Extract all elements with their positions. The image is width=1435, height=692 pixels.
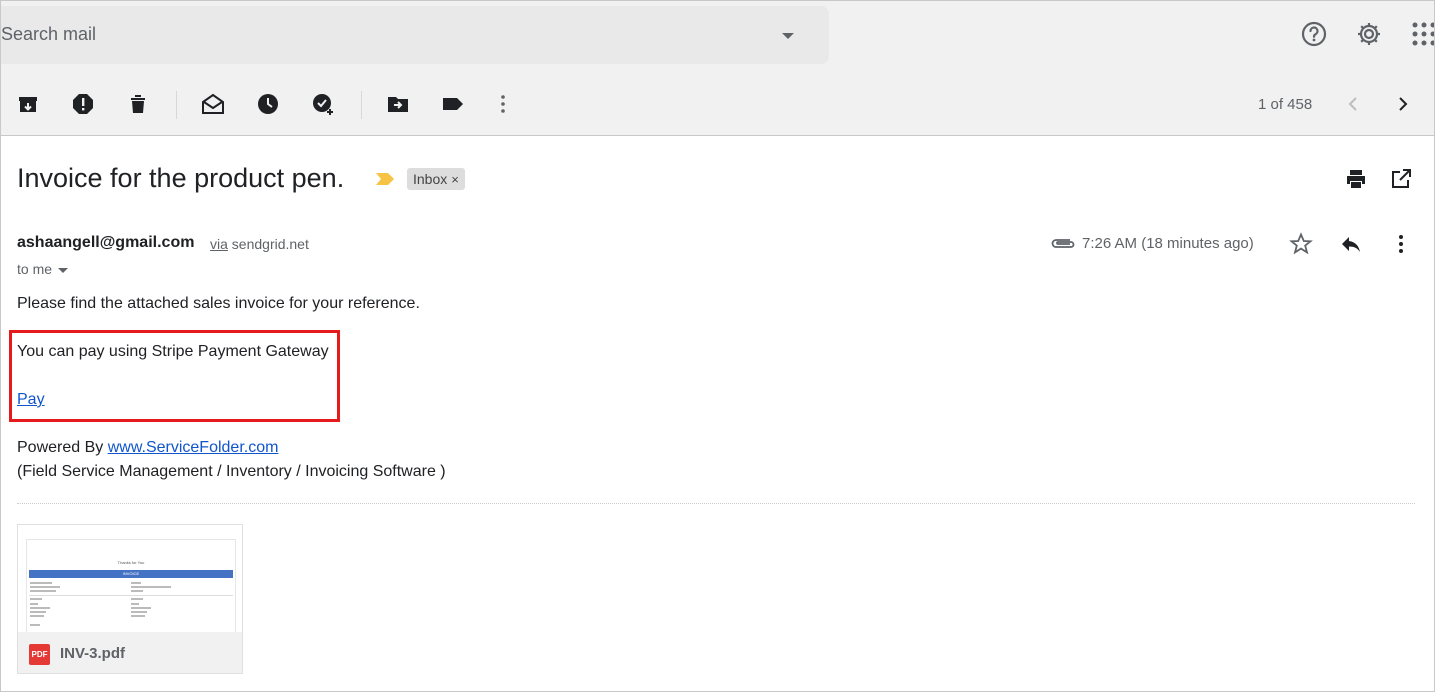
- recipient-text: to me: [17, 261, 53, 277]
- remove-label-button[interactable]: ×: [451, 172, 459, 187]
- preview-line: [131, 607, 151, 609]
- via-link[interactable]: via: [210, 236, 228, 252]
- recipient-details-toggle[interactable]: to me: [17, 261, 69, 277]
- pdf-file-icon: PDF: [29, 644, 50, 665]
- chevron-down-icon: [58, 267, 69, 273]
- message-toolbar: 1 of 458: [1, 73, 1434, 136]
- more-options-vertical-icon[interactable]: [1389, 232, 1413, 256]
- attachments-divider: [17, 503, 1415, 504]
- attachment-thumbnail: Thanks for You INVOICE: [26, 539, 236, 635]
- reply-icon[interactable]: [1339, 232, 1363, 256]
- email-window: Search mail 1 of 458 Invoice for the pro…: [0, 0, 1435, 692]
- preview-line: [30, 590, 56, 592]
- preview-line: [30, 586, 60, 588]
- pay-link-line: Pay: [17, 391, 45, 409]
- attachment-paperclip-icon: [1051, 239, 1075, 248]
- page-counter: 1 of 458: [1258, 96, 1313, 113]
- report-spam-icon[interactable]: [71, 92, 95, 116]
- mark-unread-icon[interactable]: [201, 92, 225, 116]
- toolbar-divider: [361, 91, 362, 119]
- help-icon[interactable]: [1299, 19, 1329, 49]
- preview-line: [30, 615, 44, 617]
- preview-line: [131, 615, 145, 617]
- preview-line: [131, 598, 143, 600]
- top-bar: Search mail: [1, 1, 1434, 73]
- newer-chevron-left-icon[interactable]: [1341, 92, 1365, 116]
- preview-rule: [29, 595, 233, 596]
- label-icon[interactable]: [441, 92, 465, 116]
- via-line: via sendgrid.net: [210, 236, 309, 252]
- preview-band-text: INVOICE: [122, 571, 140, 576]
- attachment-footer: PDF INV-3.pdf: [18, 632, 242, 673]
- preview-line: [30, 582, 52, 584]
- settings-gear-icon[interactable]: [1354, 19, 1384, 49]
- move-to-icon[interactable]: [386, 92, 410, 116]
- toolbar-divider: [176, 91, 177, 119]
- preview-line: [131, 611, 147, 613]
- via-domain: sendgrid.net: [231, 236, 309, 252]
- attachment-filename: INV-3.pdf: [60, 645, 126, 662]
- preview-line: [30, 611, 46, 613]
- preview-heading: Thanks for You: [117, 560, 145, 565]
- pay-description-text: You can pay using Stripe Payment Gateway: [17, 343, 329, 360]
- preview-line: [131, 582, 141, 584]
- importance-marker-icon[interactable]: [374, 171, 396, 187]
- servicefolder-link[interactable]: www.ServiceFolder.com: [108, 439, 279, 456]
- open-in-new-window-icon[interactable]: [1389, 167, 1413, 191]
- tagline-text: (Field Service Management / Inventory / …: [17, 463, 446, 480]
- search-box[interactable]: Search mail: [1, 6, 829, 64]
- powered-by-text: Powered By: [17, 439, 108, 456]
- preview-invoice-band: INVOICE: [29, 570, 233, 578]
- message-timestamp: 7:26 AM (18 minutes ago): [1082, 235, 1254, 252]
- sender-email[interactable]: ashaangell@gmail.com: [17, 234, 194, 252]
- pay-link[interactable]: Pay: [17, 391, 45, 408]
- archive-icon[interactable]: [16, 92, 40, 116]
- preview-line: [30, 603, 38, 605]
- email-subject: Invoice for the product pen.: [17, 163, 345, 193]
- snooze-clock-icon[interactable]: [256, 92, 280, 116]
- label-chip-text: Inbox: [413, 171, 448, 187]
- preview-line: [131, 586, 171, 588]
- add-task-icon[interactable]: [311, 92, 335, 116]
- search-options-chevron-icon[interactable]: [782, 33, 794, 39]
- preview-line: [131, 603, 139, 605]
- print-icon[interactable]: [1344, 167, 1368, 191]
- more-vertical-icon[interactable]: [491, 92, 515, 116]
- delete-icon[interactable]: [126, 92, 150, 116]
- preview-line: [30, 624, 40, 626]
- older-chevron-right-icon[interactable]: [1391, 92, 1415, 116]
- star-icon[interactable]: [1289, 232, 1313, 256]
- preview-line: [30, 607, 50, 609]
- body-intro-text: Please find the attached sales invoice f…: [17, 295, 420, 312]
- preview-line: [30, 598, 42, 600]
- powered-by-line: Powered By www.ServiceFolder.com: [17, 439, 278, 457]
- attachment-card[interactable]: Thanks for You INVOICE PDF INV-3.pdf: [17, 524, 243, 674]
- apps-grid-icon[interactable]: [1409, 19, 1435, 49]
- search-input[interactable]: Search mail: [1, 24, 96, 45]
- inbox-label-chip: Inbox ×: [407, 168, 465, 190]
- preview-line: [131, 590, 143, 592]
